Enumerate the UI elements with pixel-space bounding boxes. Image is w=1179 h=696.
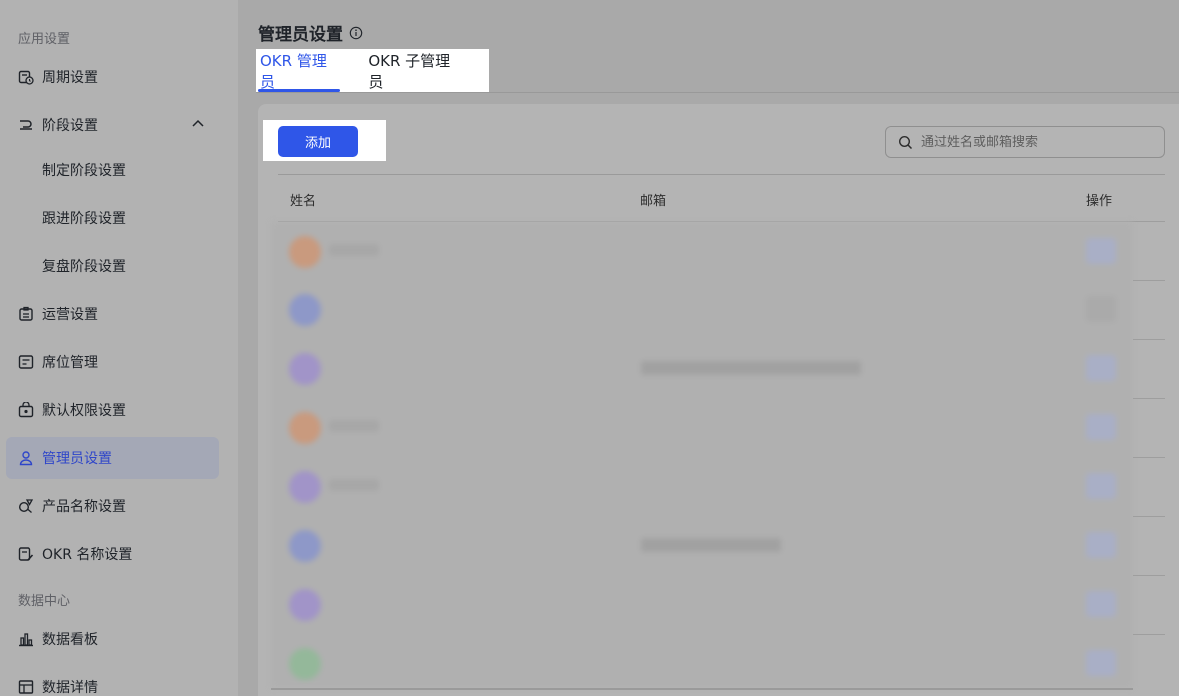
name-placeholder	[329, 244, 379, 256]
search-input[interactable]	[921, 134, 1141, 150]
sidebar-item-label: 管理员设置	[42, 451, 112, 467]
avatar	[289, 648, 321, 680]
action-placeholder[interactable]	[1086, 591, 1116, 617]
row-divider	[1133, 457, 1165, 458]
sidebar: 应用设置 周期设置 阶段设置 制定阶段设置 跟进阶段设置 复盘阶段设置 运营设置…	[0, 0, 238, 696]
name-placeholder	[329, 420, 379, 432]
table-row[interactable]	[271, 634, 1133, 688]
search-box[interactable]	[885, 126, 1165, 158]
table-bottom-border	[271, 688, 1133, 690]
name-placeholder	[329, 479, 379, 491]
table-row[interactable]	[271, 339, 1133, 397]
action-placeholder[interactable]	[1086, 650, 1116, 676]
sidebar-item-stage[interactable]: 阶段设置	[6, 104, 219, 146]
action-placeholder[interactable]	[1086, 473, 1116, 499]
stage-icon	[18, 117, 34, 133]
table-body-redacted	[271, 222, 1133, 688]
lock-icon	[18, 402, 34, 418]
row-divider	[1133, 634, 1165, 635]
avatar	[289, 294, 321, 326]
sidebar-item-okr-name[interactable]: OKR 名称设置	[6, 533, 219, 575]
section-label-app-settings: 应用设置	[18, 32, 71, 47]
table-row[interactable]	[271, 516, 1133, 574]
sidebar-item-permission[interactable]: 默认权限设置	[6, 389, 219, 431]
sidebar-item-cycle[interactable]: 周期设置	[6, 56, 219, 98]
tab-okr-admin[interactable]: OKR 管理员	[258, 49, 341, 92]
sidebar-item-label: 数据看板	[42, 632, 98, 648]
sidebar-item-stage-review[interactable]: 复盘阶段设置	[6, 245, 219, 287]
table-icon	[18, 679, 34, 695]
sidebar-item-label: 周期设置	[42, 70, 98, 86]
row-divider	[1133, 280, 1165, 281]
sidebar-item-product-name[interactable]: 产品名称设置	[6, 485, 219, 527]
avatar	[289, 412, 321, 444]
page-title-text: 管理员设置	[258, 25, 343, 45]
table-row[interactable]	[271, 457, 1133, 515]
column-header-action: 操作	[1086, 194, 1113, 209]
search-icon	[898, 135, 913, 150]
sidebar-item-label: 产品名称设置	[42, 499, 126, 515]
table-row[interactable]	[271, 575, 1133, 633]
sidebar-item-admin[interactable]: 管理员设置	[6, 437, 219, 479]
sidebar-item-label: 制定阶段设置	[42, 163, 126, 179]
sidebar-item-label: 阶段设置	[42, 118, 98, 134]
seat-icon	[18, 354, 34, 370]
avatar	[289, 589, 321, 621]
clipboard-icon	[18, 306, 34, 322]
page-title: 管理员设置	[258, 20, 363, 45]
tab-okr-sub-admin[interactable]: OKR 子管理员	[366, 49, 463, 92]
row-divider	[1133, 339, 1165, 340]
tab-divider	[256, 92, 1179, 93]
section-label-data-center: 数据中心	[18, 594, 71, 609]
add-button[interactable]: 添加	[278, 126, 358, 157]
chevron-up-icon[interactable]	[191, 117, 205, 135]
sidebar-item-details[interactable]: 数据详情	[6, 666, 219, 696]
sidebar-item-dashboard[interactable]: 数据看板	[6, 618, 219, 660]
table-row[interactable]	[271, 222, 1133, 280]
sidebar-item-stage-define[interactable]: 制定阶段设置	[6, 149, 219, 191]
table-top-border	[278, 174, 1165, 175]
sidebar-item-label: 复盘阶段设置	[42, 259, 126, 275]
sidebar-item-label: 运营设置	[42, 307, 98, 323]
row-divider	[1133, 398, 1165, 399]
sidebar-item-label: 默认权限设置	[42, 403, 126, 419]
avatar	[289, 471, 321, 503]
email-placeholder	[641, 361, 861, 375]
avatar	[289, 353, 321, 385]
sidebar-item-label: 数据详情	[42, 680, 98, 696]
action-placeholder[interactable]	[1086, 296, 1116, 322]
row-divider	[1133, 516, 1165, 517]
sidebar-item-operation[interactable]: 运营设置	[6, 293, 219, 335]
sidebar-item-label: 席位管理	[42, 355, 98, 371]
column-header-name: 姓名	[290, 194, 317, 209]
edit-doc-icon	[18, 546, 34, 562]
column-header-email: 邮箱	[640, 194, 667, 209]
avatar	[289, 530, 321, 562]
action-placeholder[interactable]	[1086, 355, 1116, 381]
action-placeholder[interactable]	[1086, 532, 1116, 558]
table-row[interactable]	[271, 398, 1133, 456]
sidebar-item-stage-follow[interactable]: 跟进阶段设置	[6, 197, 219, 239]
sidebar-item-label: OKR 名称设置	[42, 547, 133, 563]
info-icon[interactable]	[349, 26, 363, 40]
shapes-icon	[18, 498, 34, 514]
avatar	[289, 236, 321, 268]
action-placeholder[interactable]	[1086, 414, 1116, 440]
sidebar-item-seat[interactable]: 席位管理	[6, 341, 219, 383]
tab-bar: OKR 管理员 OKR 子管理员	[256, 49, 489, 92]
bar-chart-icon	[18, 631, 34, 647]
table-row[interactable]	[271, 280, 1133, 338]
calendar-clock-icon	[18, 69, 34, 85]
user-icon	[18, 450, 34, 466]
email-placeholder	[641, 538, 781, 552]
row-divider	[1133, 575, 1165, 576]
action-placeholder[interactable]	[1086, 238, 1116, 264]
sidebar-item-label: 跟进阶段设置	[42, 211, 126, 227]
